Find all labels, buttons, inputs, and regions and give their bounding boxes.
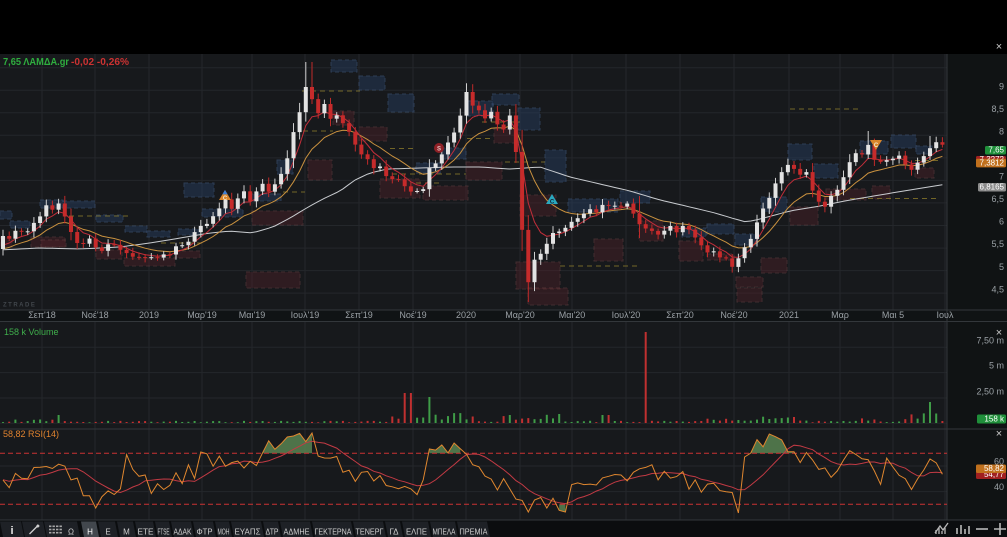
svg-text:E: E [105, 528, 110, 537]
svg-text:8: 8 [999, 127, 1004, 137]
svg-text:ΕΛΠΕ: ΕΛΠΕ [406, 528, 427, 537]
svg-text:Νοέ'20: Νοέ'20 [720, 310, 747, 320]
svg-text:ΤΕΝΕΡΓ: ΤΕΝΕΡΓ [356, 528, 385, 537]
svg-text:Ιουλ'19: Ιουλ'19 [291, 310, 320, 320]
svg-text:Ω: Ω [68, 528, 74, 537]
svg-text:7: 7 [999, 172, 1004, 182]
svg-text:6: 6 [999, 217, 1004, 227]
svg-text:Ιουλ'20: Ιουλ'20 [612, 310, 641, 320]
svg-text:4,5: 4,5 [991, 284, 1004, 294]
svg-text:C: C [874, 143, 879, 149]
svg-text:Μαρ'20: Μαρ'20 [505, 310, 535, 320]
svg-text:ΑΔΜΗΕ: ΑΔΜΗΕ [284, 528, 310, 537]
svg-text:Μαρ'19: Μαρ'19 [187, 310, 217, 320]
svg-text:8,5: 8,5 [991, 104, 1004, 114]
svg-text:i: i [10, 525, 13, 537]
svg-text:ΓΕΚΤΕΡΝΑ: ΓΕΚΤΕΡΝΑ [315, 528, 353, 537]
svg-text:5,5: 5,5 [991, 239, 1004, 249]
svg-text:Σεπ'19: Σεπ'19 [345, 310, 373, 320]
svg-text:FTSE: FTSE [158, 528, 170, 537]
svg-text:Ιουλ: Ιουλ [937, 310, 954, 320]
svg-text:6,8165: 6,8165 [980, 183, 1005, 192]
svg-text:2020: 2020 [456, 310, 476, 320]
svg-text:158 k: 158 k [984, 415, 1005, 424]
svg-text:Μαι 5: Μαι 5 [882, 310, 904, 320]
svg-text:Μαι'19: Μαι'19 [239, 310, 265, 320]
svg-text:Σεπ'20: Σεπ'20 [666, 310, 694, 320]
svg-text:S: S [437, 147, 441, 153]
svg-text:ΕΤΕ: ΕΤΕ [138, 528, 154, 537]
svg-text:ΕΥΑΠΣ: ΕΥΑΠΣ [235, 528, 261, 537]
svg-text:ΠΡΕΜΙΑ: ΠΡΕΜΙΑ [460, 528, 489, 537]
svg-text:ΑΔΑΚ: ΑΔΑΚ [174, 528, 193, 537]
svg-text:C: C [550, 200, 555, 206]
svg-text:7,3812: 7,3812 [980, 158, 1005, 167]
svg-text:Μαρ: Μαρ [831, 310, 849, 320]
svg-text:58,82 RSI(14): 58,82 RSI(14) [3, 429, 59, 439]
svg-text:ZTRADE: ZTRADE [3, 302, 36, 308]
svg-text:9: 9 [999, 81, 1004, 91]
svg-text:2,50 m: 2,50 m [976, 387, 1004, 397]
svg-text:Σεπ'18: Σεπ'18 [28, 310, 56, 320]
svg-text:158 k Volume: 158 k Volume [4, 327, 59, 337]
svg-text:7,65 ΛΑΜΔΑ.gr: 7,65 ΛΑΜΔΑ.gr [3, 57, 69, 68]
svg-text:5: 5 [999, 262, 1004, 272]
svg-text:×: × [996, 428, 1002, 440]
svg-text:ΦΤΡ: ΦΤΡ [197, 528, 213, 537]
svg-text:H: H [87, 528, 93, 537]
svg-text:2021: 2021 [779, 310, 799, 320]
svg-text:Νοέ'19: Νοέ'19 [399, 310, 426, 320]
svg-text:2019: 2019 [139, 310, 159, 320]
svg-text:58,82: 58,82 [984, 464, 1005, 473]
svg-text:Μαι'20: Μαι'20 [559, 310, 585, 320]
svg-text:×: × [996, 327, 1002, 339]
svg-text:7,65: 7,65 [988, 146, 1004, 155]
svg-text:ΜΟΗ: ΜΟΗ [218, 528, 230, 537]
svg-text:-0,02 -0,26%: -0,02 -0,26% [71, 57, 129, 68]
svg-text:5 m: 5 m [989, 361, 1004, 371]
svg-text:C: C [223, 196, 228, 202]
svg-text:ΔΤΡ: ΔΤΡ [266, 528, 279, 537]
svg-text:ΜΠΕΛΑ: ΜΠΕΛΑ [433, 528, 457, 537]
svg-text:ΓΔ: ΓΔ [389, 528, 399, 537]
svg-text:M: M [123, 528, 130, 537]
svg-text:Νοέ'18: Νοέ'18 [81, 310, 108, 320]
svg-text:6,5: 6,5 [991, 194, 1004, 204]
svg-text:×: × [996, 41, 1002, 53]
svg-text:40: 40 [994, 482, 1004, 492]
